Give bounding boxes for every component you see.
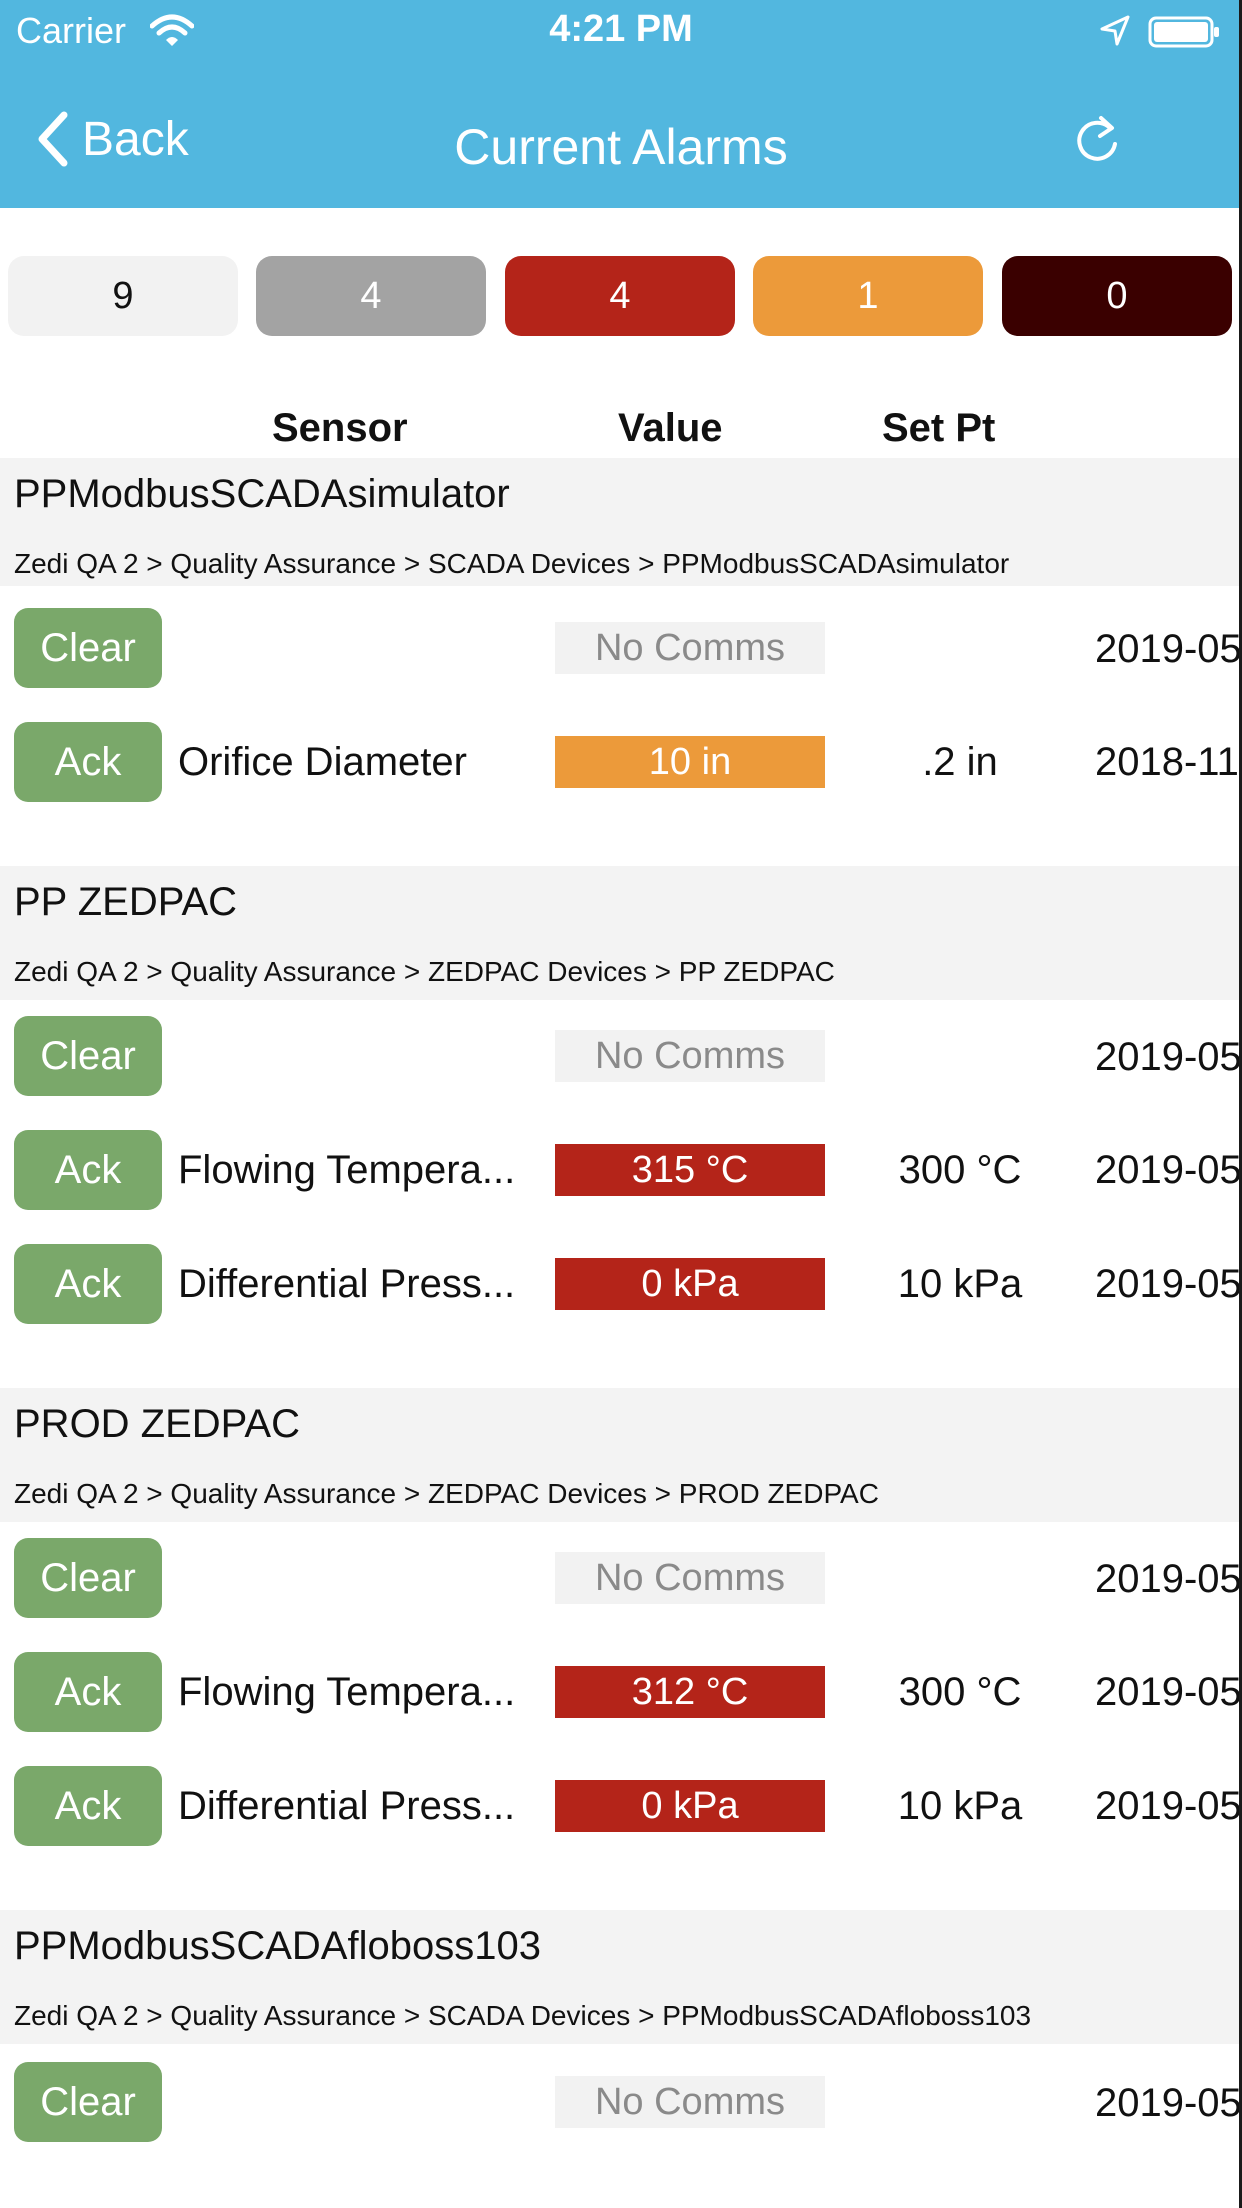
alarm-value: No Comms (555, 1552, 825, 1604)
alarm-counters: 9 4 4 1 0 (8, 256, 1234, 336)
counter-orange[interactable]: 1 (753, 256, 983, 336)
counter-all[interactable]: 9 (8, 256, 238, 336)
column-header-setpt: Set Pt (882, 406, 996, 450)
group-path: Zedi QA 2 > Quality Assurance > ZEDPAC D… (14, 1478, 879, 1509)
alarm-value: 0 kPa (555, 1258, 825, 1310)
counter-dark[interactable]: 0 (1002, 256, 1232, 336)
alarm-value: 312 °C (555, 1666, 825, 1718)
alarm-date: 2019-05 (1095, 1262, 1239, 1306)
alarm-value: No Comms (555, 1030, 825, 1082)
group-header: PROD ZEDPAC Zedi QA 2 > Quality Assuranc… (0, 1388, 1239, 1522)
alarm-value: 315 °C (555, 1144, 825, 1196)
alarm-setpoint: .2 in (922, 740, 998, 784)
group-header: PPModbusSCADAfloboss103 Zedi QA 2 > Qual… (0, 1910, 1239, 2044)
clear-button[interactable]: Clear (14, 608, 162, 688)
alarms-screen: Carrier 4:21 PM Back Current Alarms 9 4 … (0, 0, 1242, 2208)
group-path: Zedi QA 2 > Quality Assurance > SCADA De… (14, 548, 1010, 579)
counter-grey[interactable]: 4 (256, 256, 486, 336)
column-header-value: Value (618, 406, 723, 450)
status-time: 4:21 PM (549, 8, 693, 50)
alarm-value: No Comms (555, 2076, 825, 2128)
clear-button[interactable]: Clear (14, 1016, 162, 1096)
navigation-bar: Carrier 4:21 PM Back Current Alarms (0, 0, 1242, 208)
counter-red[interactable]: 4 (505, 256, 735, 336)
group-path: Zedi QA 2 > Quality Assurance > SCADA De… (14, 2000, 1032, 2031)
group-name: PPModbusSCADAsimulator (14, 472, 510, 516)
location-arrow-icon (1100, 15, 1130, 46)
alarm-date: 2018-11 (1095, 740, 1239, 784)
battery-icon (1148, 16, 1219, 48)
refresh-icon[interactable] (1068, 112, 1126, 170)
sensor-name: Orifice Diameter (178, 740, 467, 784)
alarm-setpoint: 300 °C (898, 1670, 1022, 1714)
group-name: PPModbusSCADAfloboss103 (14, 1924, 541, 1968)
alarm-date: 2019-05 (1095, 627, 1239, 671)
alarm-date: 2019-05 (1095, 2081, 1239, 2125)
alarm-value: No Comms (555, 622, 825, 674)
alarm-date: 2019-05 (1095, 1670, 1239, 1714)
alarm-date: 2019-05 (1095, 1784, 1239, 1828)
alarm-setpoint: 300 °C (898, 1148, 1022, 1192)
clear-button[interactable]: Clear (14, 1538, 162, 1618)
group-header: PPModbusSCADAsimulator Zedi QA 2 > Quali… (0, 458, 1239, 586)
sensor-name: Flowing Tempera... (178, 1148, 516, 1192)
ack-button[interactable]: Ack (14, 1766, 162, 1846)
ack-button[interactable]: Ack (14, 1652, 162, 1732)
group-path: Zedi QA 2 > Quality Assurance > ZEDPAC D… (14, 956, 835, 987)
sensor-name: Differential Press... (178, 1262, 516, 1306)
ack-button[interactable]: Ack (14, 722, 162, 802)
ack-button[interactable]: Ack (14, 1130, 162, 1210)
sensor-name: Flowing Tempera... (178, 1670, 516, 1714)
page-title: Current Alarms (454, 119, 788, 175)
group-header: PP ZEDPAC Zedi QA 2 > Quality Assurance … (0, 866, 1239, 1000)
clear-button[interactable]: Clear (14, 2062, 162, 2142)
group-name: PP ZEDPAC (14, 880, 238, 924)
column-header-sensor: Sensor (272, 406, 408, 450)
group-name: PROD ZEDPAC (14, 1402, 300, 1446)
alarm-setpoint: 10 kPa (897, 1262, 1023, 1306)
alarm-date: 2019-05 (1095, 1148, 1239, 1192)
alarm-date: 2019-05 (1095, 1035, 1239, 1079)
alarm-value: 10 in (555, 736, 825, 788)
alarm-setpoint: 10 kPa (897, 1784, 1023, 1828)
sensor-name: Differential Press... (178, 1784, 516, 1828)
ack-button[interactable]: Ack (14, 1244, 162, 1324)
alarm-date: 2019-05 (1095, 1557, 1239, 1601)
alarm-value: 0 kPa (555, 1780, 825, 1832)
